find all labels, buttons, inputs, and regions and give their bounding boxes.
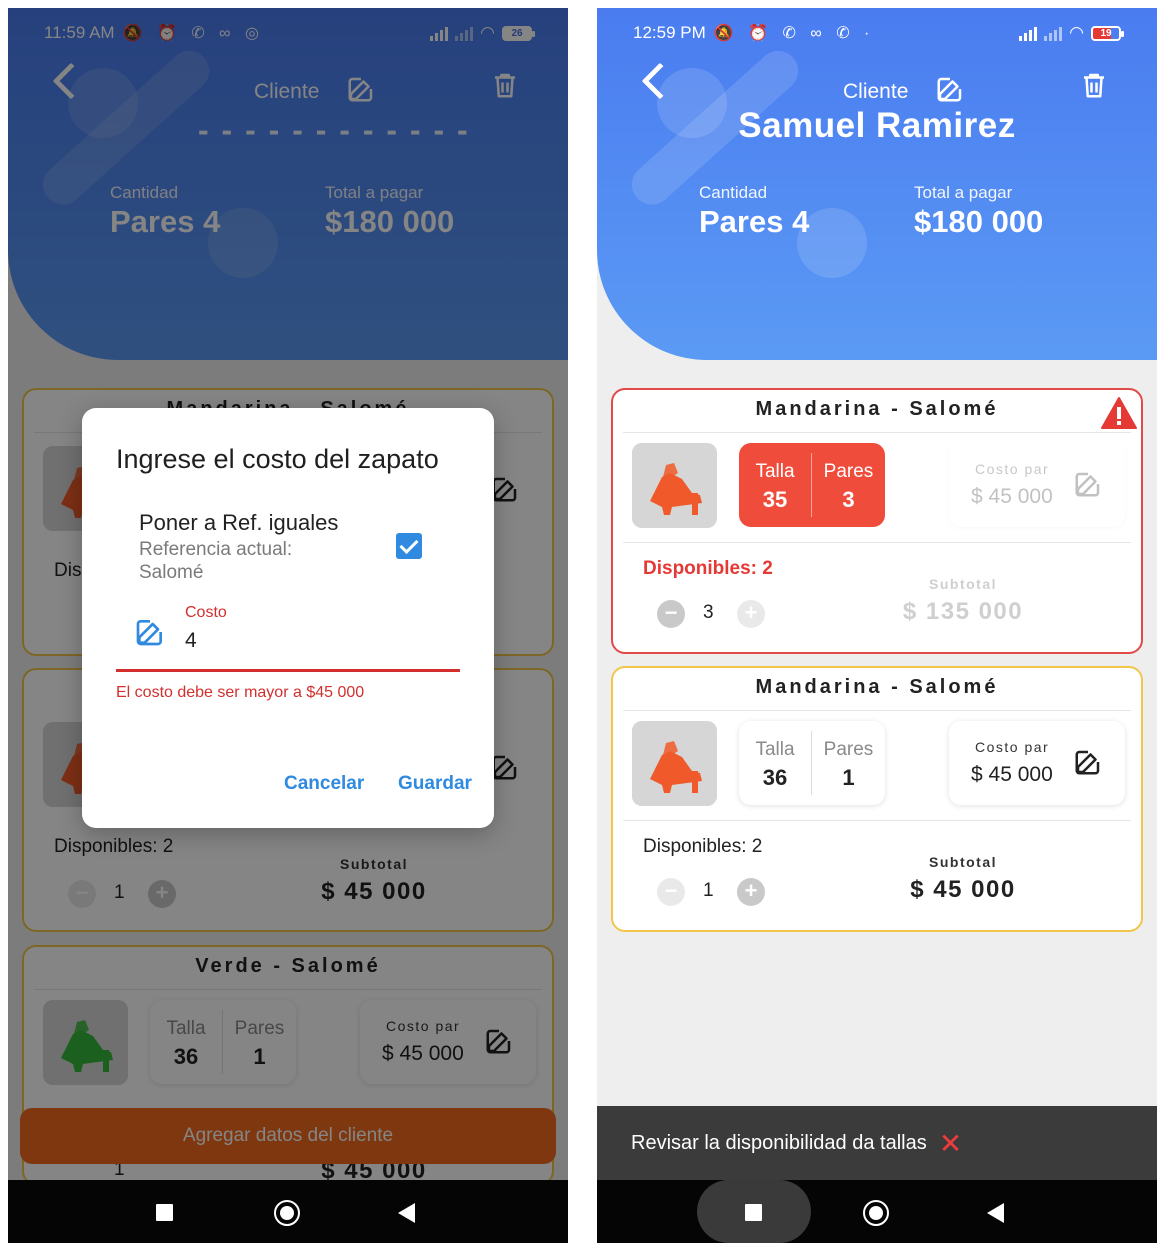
card-title: Mandarina - Salomé: [755, 398, 999, 420]
pairs-value: 1: [842, 765, 855, 790]
status-bar: 12:59 PM 🔕 ⏰ ✆ ∞ ✆ · ◠ 19: [597, 8, 1157, 58]
card-divider: [623, 820, 1131, 821]
shoe-image: [632, 721, 717, 806]
recents-icon[interactable]: [745, 1204, 762, 1221]
cost-label: Costo par: [975, 461, 1050, 477]
subtotal-label: Subtotal: [929, 576, 997, 592]
edit-client-icon[interactable]: [935, 74, 965, 104]
cost-input-underline: [116, 669, 460, 672]
increment-button: +: [737, 600, 765, 628]
back-nav-icon[interactable]: [398, 1203, 415, 1223]
size-label: Talla: [755, 461, 795, 482]
subtotal-value: $ 135 000: [902, 598, 1024, 625]
signal-2-icon: [1044, 25, 1063, 41]
card-title: Mandarina - Salomé: [755, 676, 999, 698]
decrement-button[interactable]: −: [657, 600, 685, 628]
system-nav-bar: [597, 1180, 1157, 1243]
edit-cost-icon: [1073, 469, 1103, 499]
size-value: 35: [762, 487, 788, 512]
edit-cost-icon[interactable]: [1073, 747, 1103, 777]
decrement-button: −: [657, 878, 685, 906]
system-nav-bar: [8, 1180, 568, 1243]
total-value: $180 000: [914, 204, 1044, 239]
snackbar-message: Revisar la disponibilidad da tallas: [631, 1131, 927, 1154]
quantity-value: 1: [703, 880, 714, 901]
quantity-value: Pares 4: [699, 204, 810, 239]
signal-icon: [1019, 25, 1038, 41]
cost-input[interactable]: 4: [185, 629, 197, 653]
cost-box[interactable]: Costo par $ 45 000: [949, 721, 1125, 805]
cost-value: $ 45 000: [971, 763, 1053, 786]
cost-box: Costo par $ 45 000: [949, 443, 1125, 527]
availability-snackbar: Revisar la disponibilidad da tallas ✕: [597, 1106, 1157, 1180]
right-phone-screen: Cliente Samuel Ramirez Cantidad Pares 4 …: [597, 8, 1157, 1243]
cost-error-message: El costo debe ser mayor a $45 000: [116, 684, 365, 701]
same-ref-label: Poner a Ref. iguales: [139, 510, 339, 535]
pairs-label: Pares: [823, 461, 874, 482]
cancel-button[interactable]: Cancelar: [284, 773, 364, 795]
cost-dialog: Ingrese el costo del zapato Poner a Ref.…: [82, 408, 494, 828]
notification-icons: 🔕 ⏰ ✆ ∞ ✆ ·: [713, 25, 875, 42]
available-label: Disponibles: 2: [643, 836, 763, 857]
quantity-value: 3: [703, 602, 714, 623]
quantity-label: Cantidad: [699, 183, 768, 202]
size-label: Talla: [755, 739, 795, 760]
cost-value: $ 45 000: [971, 485, 1053, 508]
card-divider: [623, 710, 1131, 711]
home-icon[interactable]: [863, 1200, 889, 1226]
back-nav-icon[interactable]: [987, 1203, 1004, 1223]
cost-field-label: Costo: [185, 604, 227, 621]
wifi-icon: ◠: [1069, 23, 1084, 42]
product-card: Mandarina - Salomé Talla 35 Pares 3 Costo …: [611, 388, 1143, 654]
subtotal-label: Subtotal: [929, 854, 997, 870]
shoe-image: [632, 443, 717, 528]
close-icon[interactable]: ✕: [939, 1127, 962, 1160]
subtotal-value: $ 45 000: [910, 876, 1016, 903]
current-ref-label: Referencia actual: Salomé: [139, 539, 293, 583]
dialog-title: Ingrese el costo del zapato: [116, 444, 439, 474]
same-ref-checkbox[interactable]: [396, 533, 422, 559]
pairs-value: 3: [842, 487, 855, 512]
warning-icon: [1101, 397, 1137, 429]
edit-icon: [134, 616, 166, 648]
size-value: 36: [762, 765, 788, 790]
product-card: Mandarina - Salomé Talla 36 Pares 1 Costo …: [611, 666, 1143, 932]
client-label: Cliente: [843, 80, 909, 103]
size-box: Talla 36 Pares 1: [739, 721, 885, 805]
increment-button[interactable]: +: [737, 878, 765, 906]
card-divider: [623, 432, 1131, 433]
battery-icon: 19: [1091, 25, 1124, 41]
status-time: 12:59 PM: [633, 23, 706, 42]
order-header: Cliente Samuel Ramirez Cantidad Pares 4 …: [597, 8, 1157, 360]
total-label: Total a pagar: [914, 183, 1013, 202]
card-divider: [623, 542, 1131, 543]
recents-icon[interactable]: [156, 1204, 173, 1221]
left-phone-screen: Cliente - - - - - - - - - - - - Cantidad…: [8, 8, 568, 1243]
pairs-label: Pares: [823, 739, 874, 760]
client-name: Samuel Ramirez: [738, 106, 1016, 145]
trash-icon[interactable]: [1079, 70, 1109, 100]
available-label: Disponibles: 2: [643, 558, 773, 579]
home-icon[interactable]: [274, 1200, 300, 1226]
cost-label: Costo par: [975, 739, 1050, 755]
save-button[interactable]: Guardar: [398, 773, 472, 795]
size-box: Talla 35 Pares 3: [739, 443, 885, 527]
